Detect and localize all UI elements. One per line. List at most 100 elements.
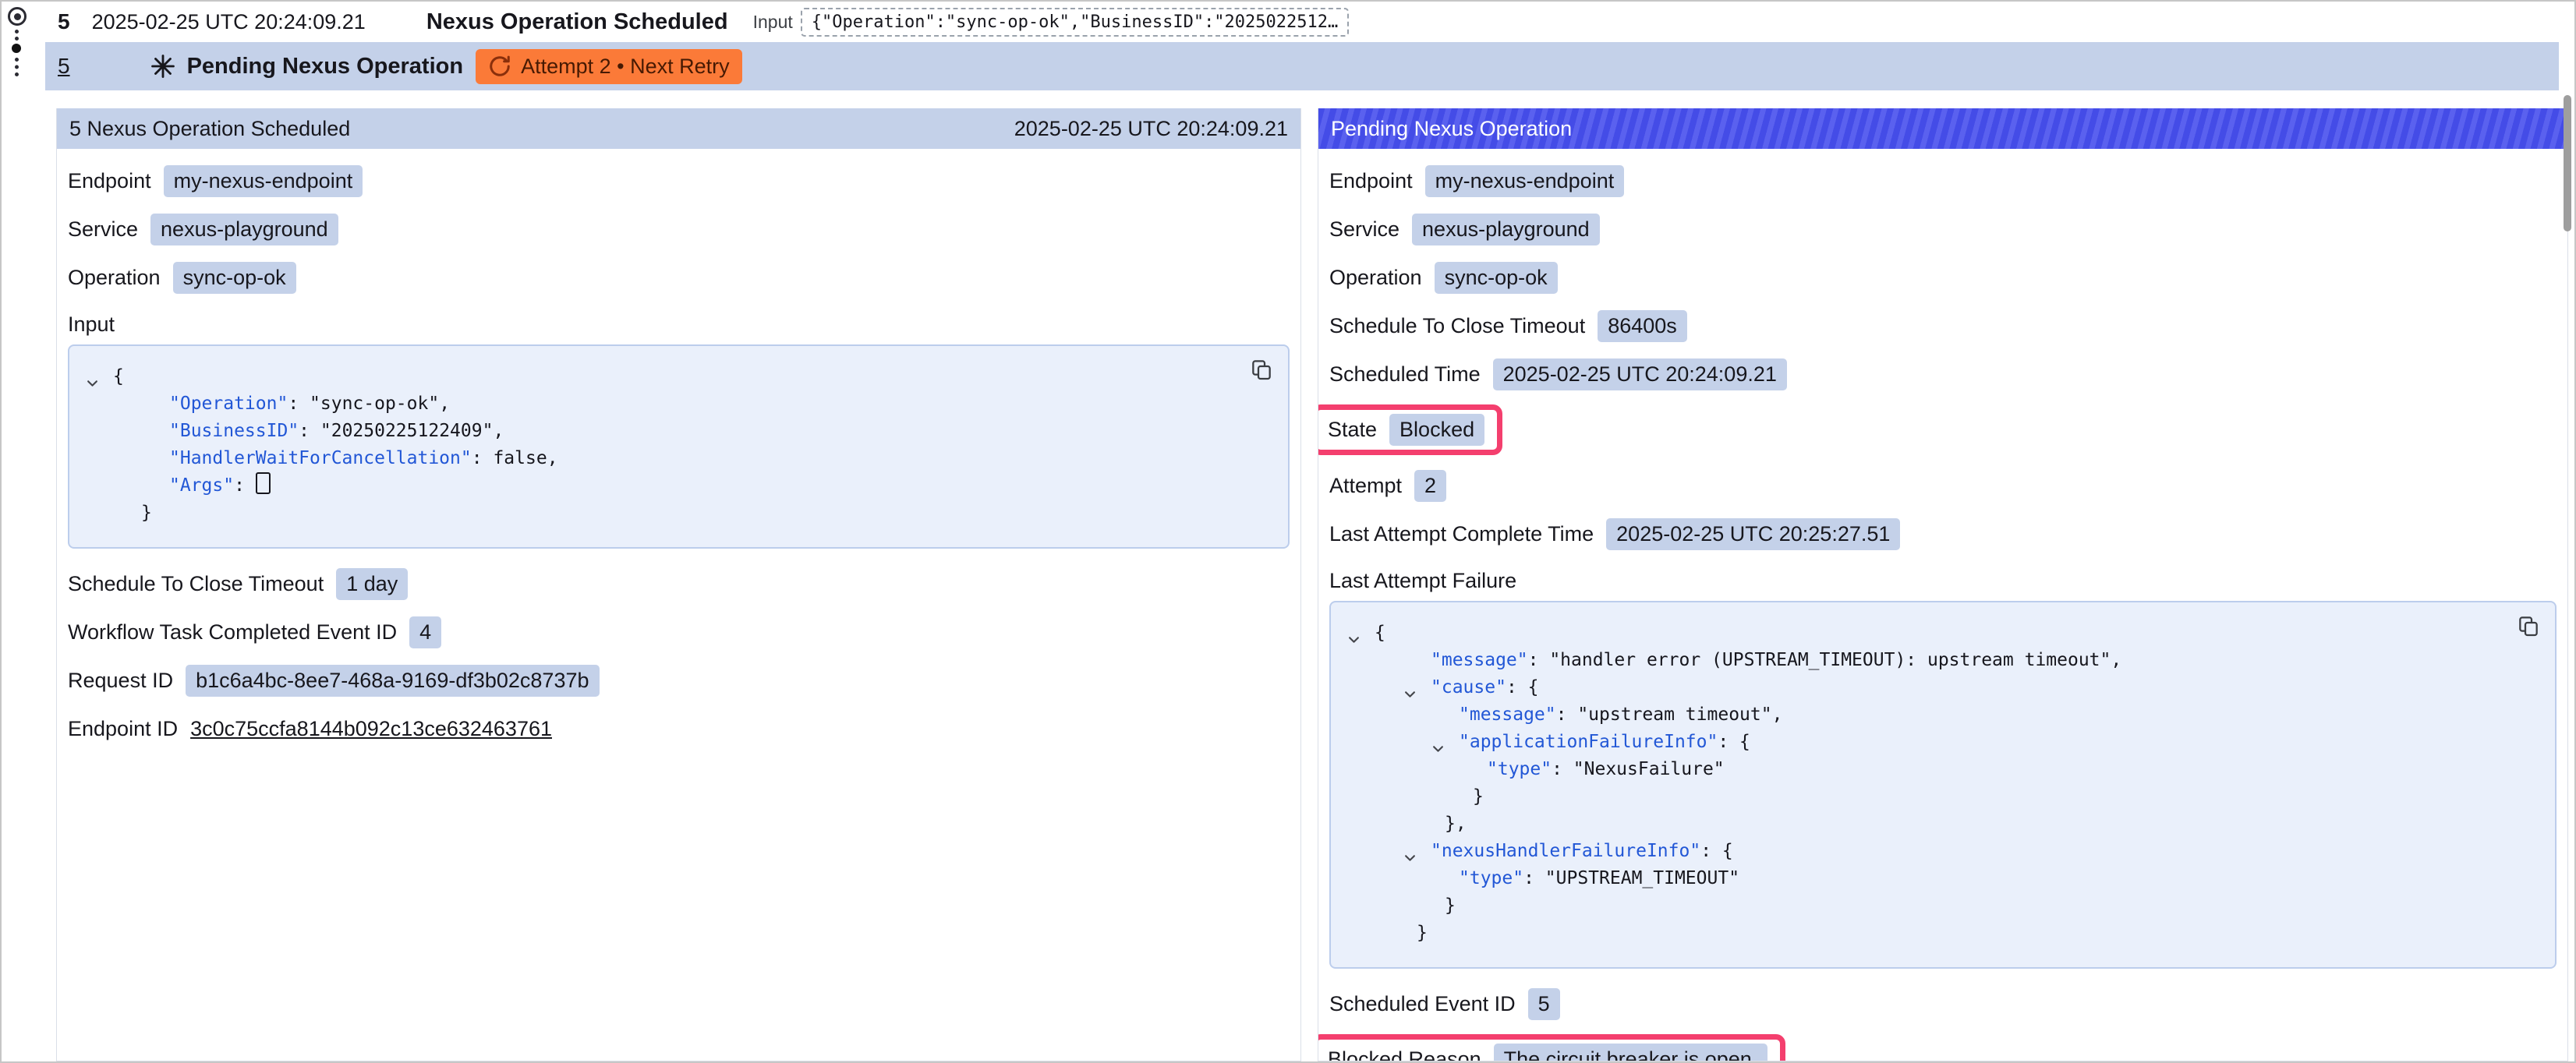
json-key: "applicationFailureInfo" bbox=[1459, 732, 1718, 752]
field-label: Scheduled Event ID bbox=[1329, 992, 1516, 1016]
timeline-dotted-connector bbox=[15, 58, 19, 76]
failure-json-viewer: { "message": "handler error (UPSTREAM_TIM… bbox=[1329, 601, 2557, 969]
event-title: Nexus Operation Scheduled bbox=[426, 9, 728, 35]
endpoint-id-link[interactable]: 3c0c75ccfa8144b092c13ce632463761 bbox=[190, 717, 552, 741]
json-token: }, bbox=[1445, 814, 1467, 834]
json-token: : bbox=[1552, 759, 1573, 779]
json-token: } bbox=[1473, 786, 1484, 807]
pending-operation-title: Pending Nexus Operation bbox=[187, 54, 464, 79]
json-token: , bbox=[547, 448, 558, 468]
field-scheduled-event-id: Scheduled Event ID 5 bbox=[1329, 986, 2557, 1022]
field-attempt: Attempt 2 bbox=[1329, 468, 2557, 503]
json-key: "nexusHandlerFailureInfo" bbox=[1431, 841, 1700, 861]
field-schedule-to-close: Schedule To Close Timeout 1 day bbox=[68, 566, 1290, 602]
field-endpoint: Endpoint my-nexus-endpoint bbox=[68, 163, 1290, 199]
field-operation: Operation sync-op-ok bbox=[68, 260, 1290, 295]
json-key: "type" bbox=[1487, 759, 1552, 779]
json-token: : { bbox=[1700, 841, 1733, 861]
code-line: { bbox=[1331, 620, 2555, 647]
json-token: : { bbox=[1718, 732, 1750, 752]
code-line: "Operation": "sync-op-ok", bbox=[69, 390, 1288, 418]
timeline-dotted-connector bbox=[15, 30, 19, 41]
field-label: Request ID bbox=[68, 669, 173, 693]
json-key: "BusinessID" bbox=[169, 421, 299, 441]
field-operation: Operation sync-op-ok bbox=[1329, 260, 2557, 295]
state-annotation-highlight: State Blocked bbox=[1318, 404, 1502, 455]
blocked-reason-annotation-highlight: Blocked Reason The circuit breaker is op… bbox=[1318, 1034, 1785, 1061]
pending-panel-header: Pending Nexus Operation bbox=[1318, 108, 2567, 149]
field-label: Workflow Task Completed Event ID bbox=[68, 620, 397, 645]
copy-icon[interactable] bbox=[2516, 613, 2541, 643]
state-value-chip: Blocked bbox=[1389, 414, 1484, 446]
code-line: "message": "upstream timeout", bbox=[1331, 701, 2555, 729]
retry-icon bbox=[488, 55, 511, 78]
field-label: Blocked Reason bbox=[1328, 1047, 1481, 1061]
json-key: "type" bbox=[1459, 868, 1523, 888]
field-scheduled-time: Scheduled Time 2025-02-25 UTC 20:24:09.2… bbox=[1329, 356, 2557, 392]
scrollbar-thumb[interactable] bbox=[2564, 95, 2571, 231]
field-blocked-reason: Blocked Reason The circuit breaker is op… bbox=[1329, 1034, 2557, 1061]
json-token: : bbox=[288, 394, 310, 414]
input-preview-chip[interactable]: {"Operation":"sync-op-ok","BusinessID":"… bbox=[801, 8, 1350, 37]
field-label: Scheduled Time bbox=[1329, 362, 1481, 387]
input-json-viewer: {"Operation": "sync-op-ok","BusinessID":… bbox=[68, 344, 1290, 549]
json-token: : bbox=[234, 475, 256, 496]
field-request-id: Request ID b1c6a4bc-8ee7-468a-9169-df3b0… bbox=[68, 662, 1290, 698]
json-token: : bbox=[1528, 650, 1550, 670]
json-key: "message" bbox=[1431, 650, 1528, 670]
scheduled-event-id-chip: 5 bbox=[1528, 988, 1560, 1020]
field-schedule-to-close: Schedule To Close Timeout 86400s bbox=[1329, 308, 2557, 344]
json-key: "HandlerWaitForCancellation" bbox=[169, 448, 472, 468]
code-line: } bbox=[1331, 783, 2555, 810]
json-token: "20250225122409" bbox=[320, 421, 494, 441]
json-token: : bbox=[1523, 868, 1545, 888]
code-line: "type": "NexusFailure" bbox=[1331, 756, 2555, 783]
code-line: "message": "handler error (UPSTREAM_TIME… bbox=[1331, 647, 2555, 674]
temporal-event-history-page: 5 2025-02-25 UTC 20:24:09.21 Nexus Opera… bbox=[0, 0, 2576, 1063]
code-line: "BusinessID": "20250225122409", bbox=[69, 418, 1288, 445]
last-attempt-failure-label: Last Attempt Failure bbox=[1329, 569, 2557, 593]
endpoint-value-chip: my-nexus-endpoint bbox=[164, 165, 363, 197]
json-token: , bbox=[1772, 705, 1783, 725]
wft-completed-chip: 4 bbox=[409, 616, 441, 648]
operation-value-chip: sync-op-ok bbox=[173, 262, 296, 294]
event-id[interactable]: 5 bbox=[58, 9, 70, 34]
json-key: "cause" bbox=[1431, 677, 1506, 697]
field-wft-completed-event-id: Workflow Task Completed Event ID 4 bbox=[68, 614, 1290, 650]
field-label: Service bbox=[68, 217, 138, 242]
event-detail-panels: 5 Nexus Operation Scheduled 2025-02-25 U… bbox=[56, 108, 2568, 1061]
field-label: Operation bbox=[1329, 266, 1422, 290]
event-row-scheduled[interactable]: 5 2025-02-25 UTC 20:24:09.21 Nexus Opera… bbox=[45, 2, 2559, 42]
event-input-label: Input bbox=[753, 12, 793, 33]
field-label: Service bbox=[1329, 217, 1399, 242]
field-state: State Blocked bbox=[1329, 404, 2557, 455]
code-line: "cause": { bbox=[1331, 674, 2555, 701]
timeline-node-icon bbox=[8, 7, 27, 26]
request-id-chip: b1c6a4bc-8ee7-468a-9169-df3b02c8737b bbox=[186, 665, 599, 697]
pending-event-id-link[interactable]: 5 bbox=[58, 54, 70, 79]
scheduled-panel-header: 5 Nexus Operation Scheduled 2025-02-25 U… bbox=[57, 108, 1300, 149]
pending-panel-title: Pending Nexus Operation bbox=[1331, 117, 1572, 141]
pending-operation-row[interactable]: 5 Pending Nexus Operation Attempt 2 • Ne… bbox=[45, 42, 2559, 90]
code-line: "Args": bbox=[69, 472, 1288, 500]
field-last-attempt-complete-time: Last Attempt Complete Time 2025-02-25 UT… bbox=[1329, 516, 2557, 552]
field-endpoint-id: Endpoint ID 3c0c75ccfa8144b092c13ce63246… bbox=[68, 711, 1290, 747]
schedule-to-close-chip: 86400s bbox=[1598, 310, 1687, 342]
code-line: { bbox=[69, 363, 1288, 390]
field-label: Schedule To Close Timeout bbox=[68, 572, 324, 596]
field-label: Endpoint ID bbox=[68, 717, 178, 741]
field-label: Operation bbox=[68, 266, 161, 290]
field-service: Service nexus-playground bbox=[1329, 211, 2557, 247]
json-token: : bbox=[299, 421, 320, 441]
code-line: "HandlerWaitForCancellation": false, bbox=[69, 445, 1288, 472]
json-key: "Operation" bbox=[169, 394, 288, 414]
nexus-asterisk-icon bbox=[150, 53, 176, 79]
code-line: "type": "UPSTREAM_TIMEOUT" bbox=[1331, 865, 2555, 892]
field-label: Endpoint bbox=[68, 169, 151, 193]
json-token: "NexusFailure" bbox=[1573, 759, 1725, 779]
json-token: { bbox=[1375, 623, 1385, 643]
field-label: Schedule To Close Timeout bbox=[1329, 314, 1585, 338]
copy-icon[interactable] bbox=[1249, 357, 1274, 387]
scheduled-panel-title: 5 Nexus Operation Scheduled bbox=[69, 117, 350, 141]
json-token: "UPSTREAM_TIMEOUT" bbox=[1545, 868, 1739, 888]
